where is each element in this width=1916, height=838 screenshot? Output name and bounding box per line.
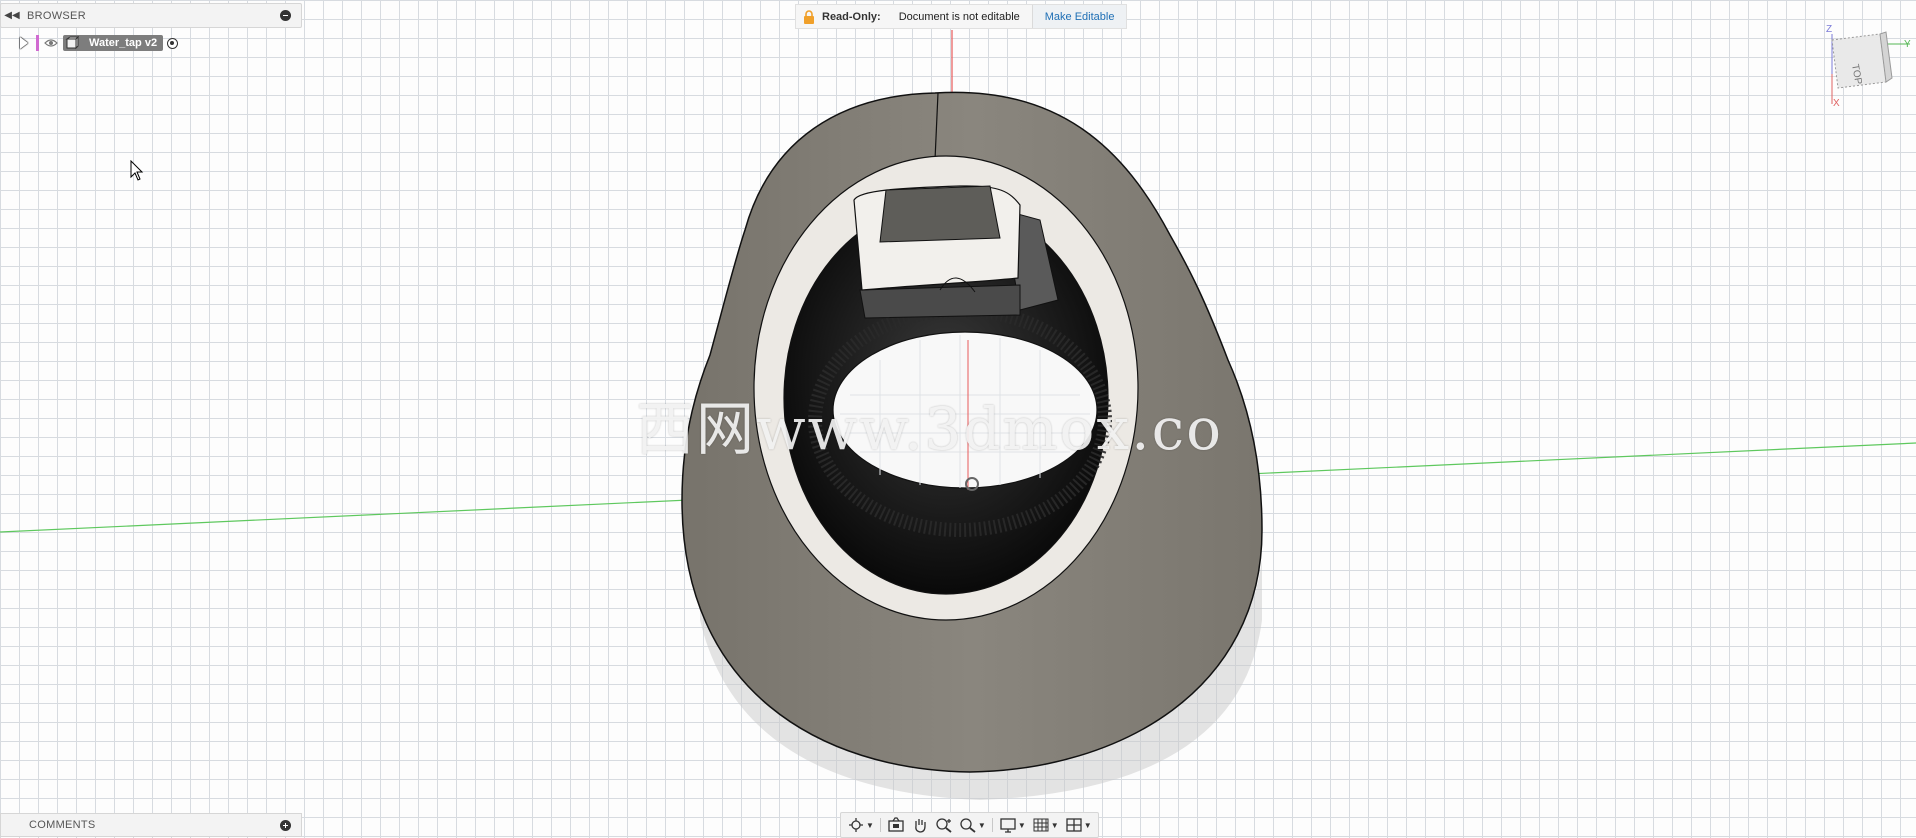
- toolbar-separator: [991, 818, 993, 832]
- zoom-button[interactable]: [933, 815, 955, 835]
- toolbar-separator: [879, 818, 881, 832]
- read-only-message: Document is not editable: [888, 5, 1032, 28]
- active-indicator: [36, 35, 39, 51]
- expand-triangle-icon[interactable]: [20, 37, 28, 49]
- model-scene[interactable]: [0, 0, 1916, 838]
- zoom-icon: [936, 818, 952, 833]
- fit-icon: [960, 818, 976, 833]
- navigation-toolbar: ▼ ▼ ▼ ▼ ▼: [840, 812, 1099, 838]
- browser-panel: ◀◀ BROWSER: [0, 3, 302, 28]
- orbit-icon: [849, 818, 863, 832]
- pan-icon: [915, 819, 926, 833]
- y-axis-label: Y: [1904, 39, 1911, 50]
- z-axis-label: Z: [1826, 24, 1832, 35]
- bore-opening: [832, 331, 1098, 489]
- mouse-cursor-icon: [130, 160, 144, 181]
- lock-icon: [804, 9, 814, 24]
- make-editable-button[interactable]: Make Editable: [1031, 5, 1127, 28]
- component-name: Water_tap v2: [89, 37, 158, 49]
- viewcube[interactable]: Z Y X TOP: [1818, 22, 1914, 112]
- display-settings-icon: [1000, 818, 1016, 833]
- read-only-banner: Read-Only: Document is not editable Make…: [795, 4, 1128, 29]
- fit-button[interactable]: ▼: [957, 815, 988, 835]
- grid-icon: [1033, 818, 1049, 832]
- grid-button[interactable]: ▼: [1030, 815, 1061, 835]
- component-icon: [65, 36, 79, 50]
- comments-panel: COMMENTS: [0, 813, 302, 837]
- plus-icon[interactable]: [280, 819, 291, 831]
- eye-icon[interactable]: [43, 36, 59, 50]
- browser-title: BROWSER: [27, 9, 86, 22]
- browser-tree-row[interactable]: Water_tap v2: [20, 34, 179, 52]
- look-at-icon: [888, 817, 904, 832]
- read-only-section: Read-Only:: [796, 5, 889, 28]
- orbit-button[interactable]: ▼: [845, 815, 876, 835]
- read-only-label: Read-Only:: [822, 10, 881, 23]
- x-axis-label: X: [1833, 98, 1840, 109]
- collapse-icon[interactable]: ◀◀: [1, 10, 23, 21]
- viewports-icon: [1066, 818, 1082, 832]
- minus-icon[interactable]: [280, 10, 291, 21]
- display-settings-button[interactable]: ▼: [997, 815, 1028, 835]
- canvas-viewport[interactable]: 西网www.3dmox.co: [0, 0, 1916, 838]
- component-item[interactable]: Water_tap v2: [63, 35, 164, 51]
- activate-radio-icon[interactable]: [167, 37, 179, 49]
- pan-button[interactable]: [909, 815, 931, 835]
- comments-title: COMMENTS: [29, 819, 96, 831]
- look-at-button[interactable]: [885, 815, 907, 835]
- viewports-button[interactable]: ▼: [1063, 815, 1094, 835]
